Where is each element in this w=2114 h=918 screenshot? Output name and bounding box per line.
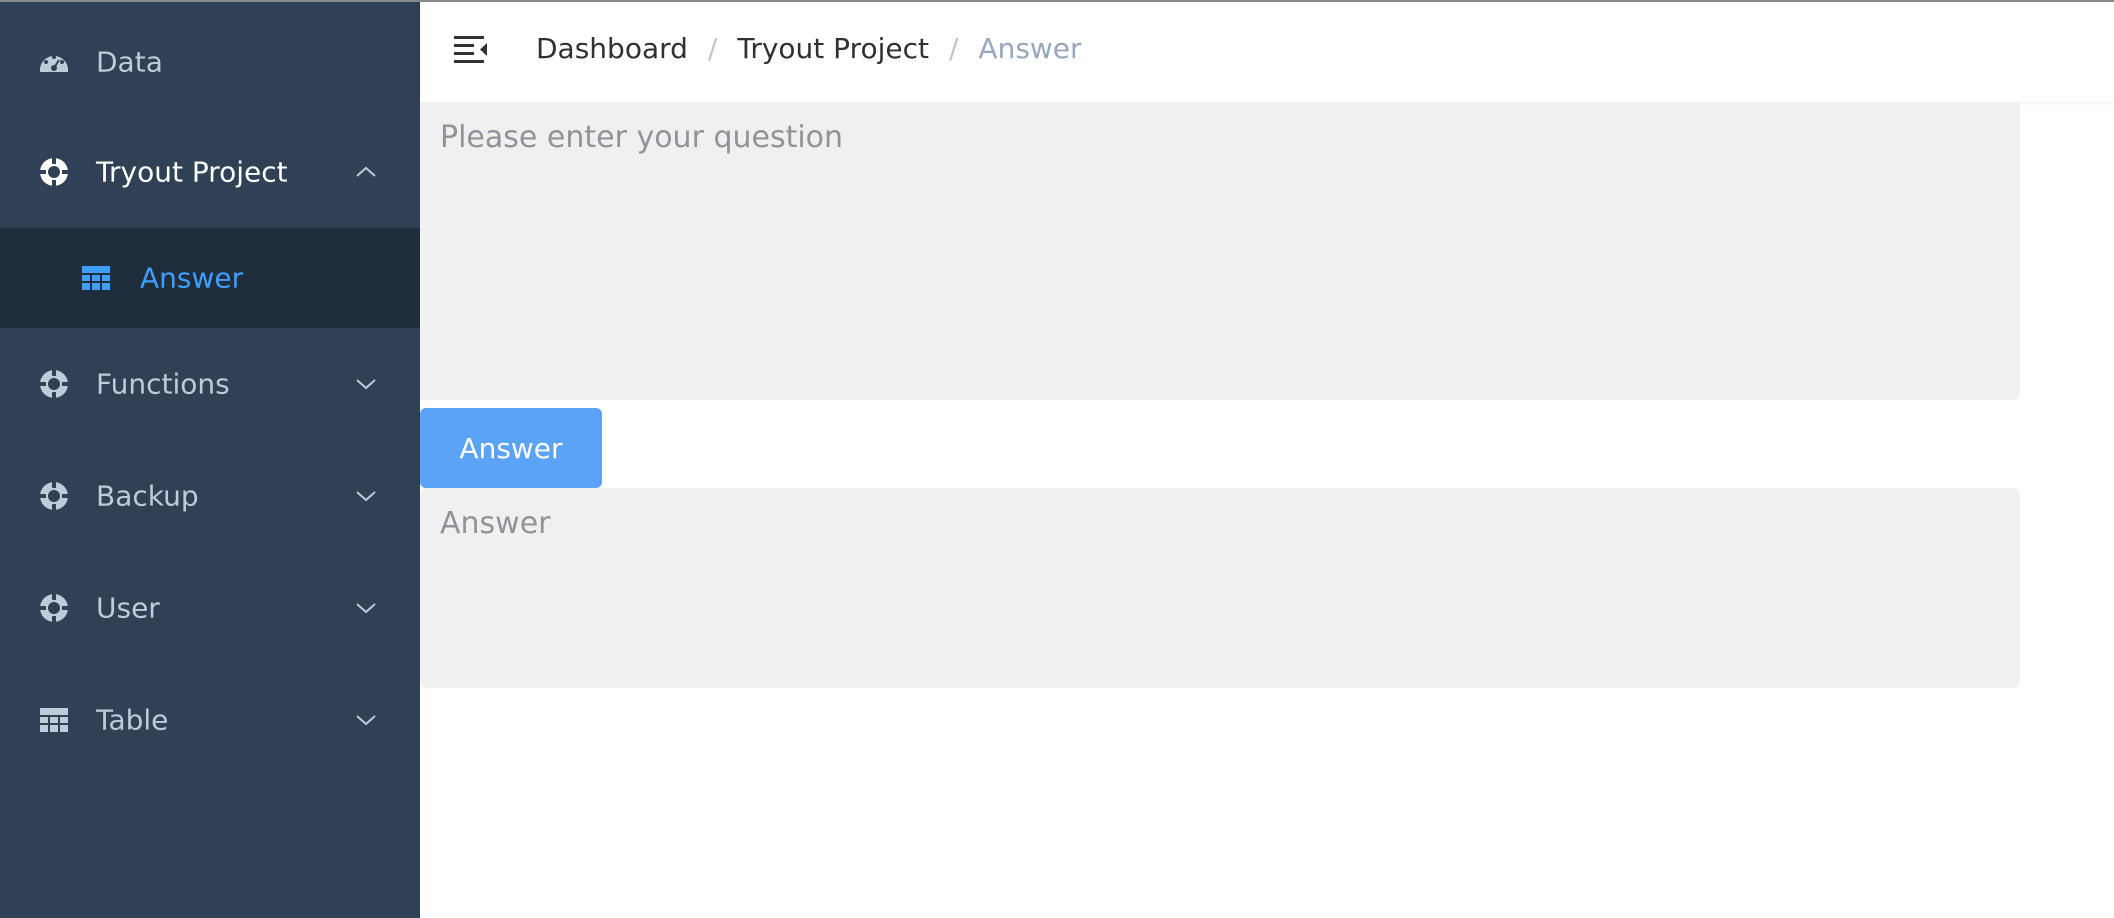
lifebuoy-icon [40,594,68,622]
chevron-down-icon [356,491,376,502]
breadcrumb: Dashboard / Tryout Project / Answer [536,32,1082,65]
sidebar: Data Tryout Project Answer Functions Bac… [0,0,420,918]
sidebar-item-label: Answer [140,261,244,295]
lifebuoy-icon [40,482,68,510]
breadcrumb-tryout-project[interactable]: Tryout Project [737,32,929,65]
question-input[interactable] [420,102,2020,400]
sidebar-item-table[interactable]: Table [0,664,420,776]
dashboard-gauge-icon [40,55,68,72]
table-grid-icon [82,266,110,290]
chevron-down-icon [356,603,376,614]
chevron-down-icon [356,379,376,390]
sidebar-item-label: Functions [96,367,230,401]
window-top-border [0,0,2114,2]
table-grid-icon [40,708,68,732]
lifebuoy-icon [40,370,68,398]
breadcrumb-separator: / [948,32,959,65]
chevron-up-icon [356,166,376,177]
answer-output[interactable] [420,488,2020,688]
sidebar-item-tryout-project[interactable]: Tryout Project [0,116,420,228]
lifebuoy-icon [40,158,68,186]
sidebar-item-user[interactable]: User [0,552,420,664]
top-navbar: Dashboard / Tryout Project / Answer [420,0,2114,102]
sidebar-item-backup[interactable]: Backup [0,440,420,552]
sidebar-item-functions[interactable]: Functions [0,328,420,440]
sidebar-item-data[interactable]: Data [0,6,420,118]
breadcrumb-current: Answer [978,32,1082,65]
sidebar-item-answer[interactable]: Answer [0,228,420,328]
hamburger-icon[interactable] [454,34,488,64]
sidebar-item-label: Tryout Project [96,155,288,189]
answer-button[interactable]: Answer [420,408,602,488]
breadcrumb-dashboard[interactable]: Dashboard [536,32,688,65]
chevron-down-icon [356,715,376,726]
sidebar-item-label: Table [96,703,169,737]
sidebar-item-label: Data [96,45,163,79]
breadcrumb-separator: / [707,32,718,65]
sidebar-item-label: Backup [96,479,199,513]
sidebar-item-label: User [96,591,160,625]
